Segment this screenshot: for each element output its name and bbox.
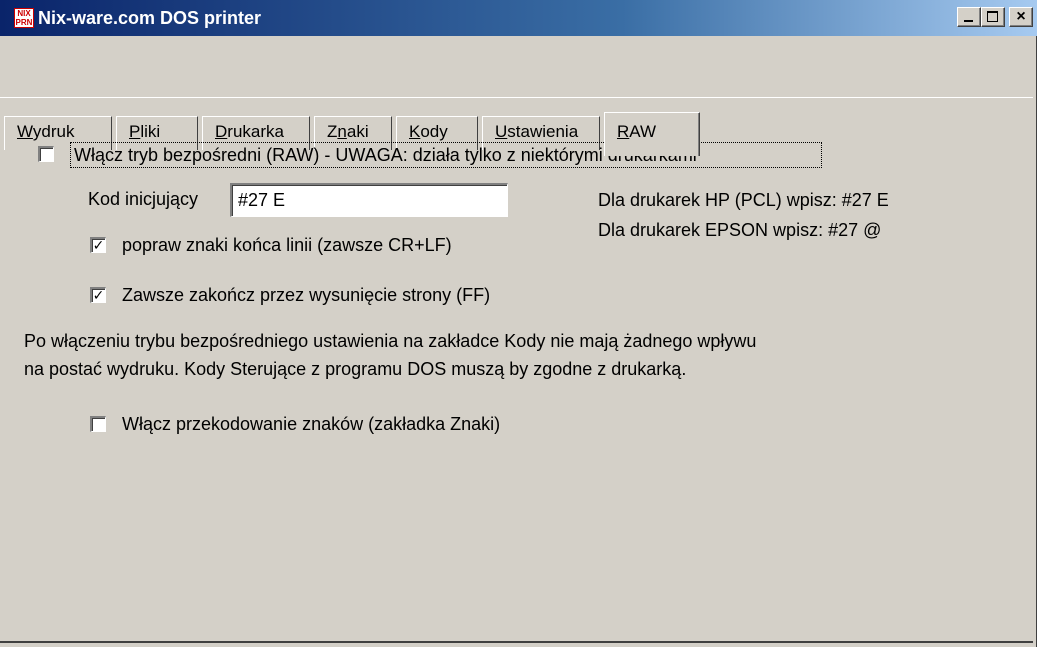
hint-epson: Dla drukarek EPSON wpisz: #27 @ — [598, 220, 882, 240]
checkmark-icon: ✓ — [92, 287, 105, 303]
enable-raw-checkbox[interactable] — [38, 146, 54, 162]
maximize-button[interactable] — [981, 7, 1005, 27]
minimize-icon — [964, 20, 973, 22]
init-code-label: Kod inicjujący — [88, 189, 199, 209]
title-bar[interactable]: NIX PRN Nix-ware.com DOS printer × — [0, 0, 1037, 36]
main-window: NIX PRN Nix-ware.com DOS printer × Wydru… — [0, 0, 1037, 647]
fix-line-endings-label[interactable]: popraw znaki końca linii (zawsze CR+LF) — [122, 234, 452, 256]
form-feed-checkbox[interactable]: ✓ — [90, 287, 106, 303]
tab-label: Kody — [409, 122, 448, 141]
tab-label: Ustawienia — [495, 122, 579, 141]
recode-chars-label[interactable]: Włącz przekodowanie znaków (zakładka Zna… — [122, 413, 500, 435]
tab-label: Wydruk — [17, 122, 75, 141]
minimize-button[interactable] — [957, 7, 981, 27]
close-icon: × — [1016, 8, 1026, 25]
tab-label: Pliki — [129, 122, 161, 141]
note-line-2: na postać wydruku. Kody Sterujące z prog… — [24, 359, 687, 379]
fix-line-endings-checkbox[interactable]: ✓ — [90, 237, 106, 253]
app-icon-top: NIX — [17, 9, 31, 18]
window-title: Nix-ware.com DOS printer — [38, 8, 262, 28]
tab-raw[interactable]: RAW — [604, 112, 700, 156]
app-icon-bottom: PRN — [15, 18, 33, 27]
recode-chars-checkbox[interactable] — [90, 416, 106, 432]
tab-label: Drukarka — [215, 122, 284, 141]
note-line-1: Po włączeniu trybu bezpośredniego ustawi… — [24, 331, 757, 351]
hint-hp: Dla drukarek HP (PCL) wpisz: #27 E — [598, 190, 889, 210]
tab-strip: Wydruk Pliki Drukarka Znaki Kody Ustawie… — [0, 56, 1037, 156]
close-button[interactable]: × — [1009, 7, 1033, 27]
checkmark-icon: ✓ — [92, 237, 105, 253]
tab-label: Znaki — [327, 122, 369, 141]
form-feed-label[interactable]: Zawsze zakończ przez wysunięcie strony (… — [122, 284, 490, 306]
init-code-input[interactable] — [230, 183, 508, 217]
tab-label: RAW — [617, 122, 657, 141]
maximize-icon — [987, 11, 998, 22]
app-icon[interactable]: NIX PRN — [14, 8, 34, 28]
